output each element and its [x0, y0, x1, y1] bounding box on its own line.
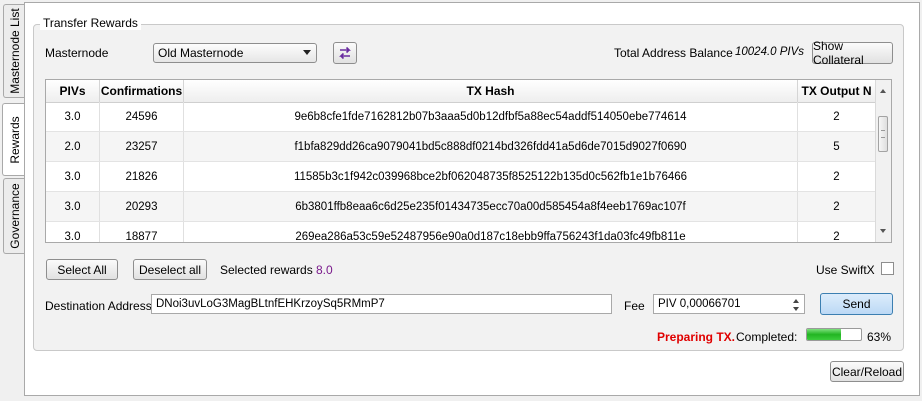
total-balance-label: Total Address Balance — [614, 46, 733, 60]
decrement-icon[interactable] — [793, 307, 799, 311]
select-all-button[interactable]: Select All — [46, 259, 118, 280]
fee-stepper[interactable] — [788, 295, 804, 315]
progress-bar — [806, 328, 862, 341]
fee-label: Fee — [624, 299, 645, 313]
table-row[interactable]: 3.0 18877 269ea286a53c59e52487956e90a0d1… — [46, 222, 876, 242]
tab-masternode-list[interactable]: Masternode List — [3, 4, 25, 98]
increment-icon[interactable] — [793, 299, 799, 303]
swap-arrows-icon — [339, 46, 351, 60]
cell-confirmations: 21826 — [100, 162, 184, 191]
vertical-tab-bar: Masternode List Rewards Governance — [0, 0, 26, 401]
tab-governance-label: Governance — [7, 183, 22, 249]
table-scrollbar[interactable] — [875, 80, 891, 242]
table-row[interactable]: 3.0 24596 9e6b8cfe1fde7162812b07b3aaa5d0… — [46, 102, 876, 132]
cell-tx-hash: 9e6b8cfe1fde7162812b07b3aaa5d0b12dfbf5a8… — [184, 102, 798, 131]
table-header: PIVs Confirmations TX Hash TX Output N — [46, 80, 876, 103]
group-title: Transfer Rewards — [40, 16, 141, 30]
cell-pivs: 3.0 — [46, 102, 100, 131]
selected-rewards-value: 8.0 — [316, 263, 333, 277]
masternode-selected-value: Old Masternode — [158, 46, 244, 60]
total-balance-value: 10024.0 PIVs — [735, 46, 805, 58]
completed-label: Completed: — [736, 330, 798, 344]
preparing-status: Preparing TX. — [657, 330, 736, 344]
use-swiftx-checkbox[interactable] — [881, 262, 894, 275]
cell-tx-output: 5 — [798, 132, 876, 161]
table-row[interactable]: 3.0 21826 11585b3c1f942c039968bce2bf0620… — [46, 162, 876, 192]
tab-rewards[interactable]: Rewards — [2, 103, 26, 176]
progress-percent: 63% — [867, 330, 892, 344]
refresh-masternode-button[interactable] — [333, 42, 357, 64]
cell-tx-hash: 6b3801ffb8eaa6c6d25e235f01434735ecc70a00… — [184, 192, 798, 221]
column-header-tx-hash[interactable]: TX Hash — [184, 80, 798, 102]
cell-tx-hash: 269ea286a53c59e52487956e90a0d187c18ebb9f… — [184, 222, 798, 242]
cell-pivs: 3.0 — [46, 162, 100, 191]
masternode-label: Masternode — [45, 46, 109, 60]
tab-governance[interactable]: Governance — [3, 178, 25, 254]
cell-pivs: 2.0 — [46, 132, 100, 161]
cell-tx-hash: f1bfa829dd26ca9079041bd5c888df0214bd326f… — [184, 132, 798, 161]
cell-pivs: 3.0 — [46, 222, 100, 242]
use-swiftx-label: Use SwiftX — [816, 263, 875, 277]
send-button[interactable]: Send — [820, 293, 893, 315]
destination-address-label: Destination Address — [45, 299, 152, 313]
chevron-down-icon — [303, 50, 311, 55]
cell-tx-hash: 11585b3c1f942c039968bce2bf062048735f8525… — [184, 162, 798, 191]
destination-address-input[interactable]: DNoi3uvLoG3MagBLtnfEHKrzoySq5RMmP7 — [151, 294, 612, 314]
cell-tx-output: 2 — [798, 192, 876, 221]
scroll-up-icon[interactable] — [880, 89, 886, 93]
deselect-all-button[interactable]: Deselect all — [133, 259, 207, 280]
fee-input[interactable]: PIV 0,00066701 — [653, 294, 805, 314]
table-row[interactable]: 2.0 23257 f1bfa829dd26ca9079041bd5c888df… — [46, 132, 876, 162]
masternode-select[interactable]: Old Masternode — [153, 43, 317, 63]
cell-confirmations: 18877 — [100, 222, 184, 242]
selected-rewards-label: Selected rewards — [220, 263, 313, 277]
clear-reload-button[interactable]: Clear/Reload — [830, 361, 904, 382]
cell-tx-output: 2 — [798, 102, 876, 131]
cell-pivs: 3.0 — [46, 192, 100, 221]
cell-tx-output: 2 — [798, 162, 876, 191]
cell-confirmations: 23257 — [100, 132, 184, 161]
tab-masternode-list-label: Masternode List — [7, 8, 22, 94]
progress-fill — [807, 329, 842, 340]
cell-confirmations: 24596 — [100, 102, 184, 131]
table-row[interactable]: 3.0 20293 6b3801ffb8eaa6c6d25e235f014347… — [46, 192, 876, 222]
rewards-table: PIVs Confirmations TX Hash TX Output N 3… — [45, 79, 892, 243]
scroll-down-icon[interactable] — [880, 229, 886, 233]
cell-tx-output: 2 — [798, 222, 876, 242]
column-header-tx-output[interactable]: TX Output N — [798, 80, 876, 102]
tab-rewards-label: Rewards — [7, 115, 22, 164]
scrollbar-thumb[interactable] — [878, 116, 888, 152]
column-header-pivs[interactable]: PIVs — [46, 80, 100, 102]
cell-confirmations: 20293 — [100, 192, 184, 221]
column-header-confirmations[interactable]: Confirmations — [100, 80, 184, 102]
show-collateral-button[interactable]: Show Collateral — [812, 39, 893, 67]
table-body: 3.0 24596 9e6b8cfe1fde7162812b07b3aaa5d0… — [46, 102, 876, 242]
